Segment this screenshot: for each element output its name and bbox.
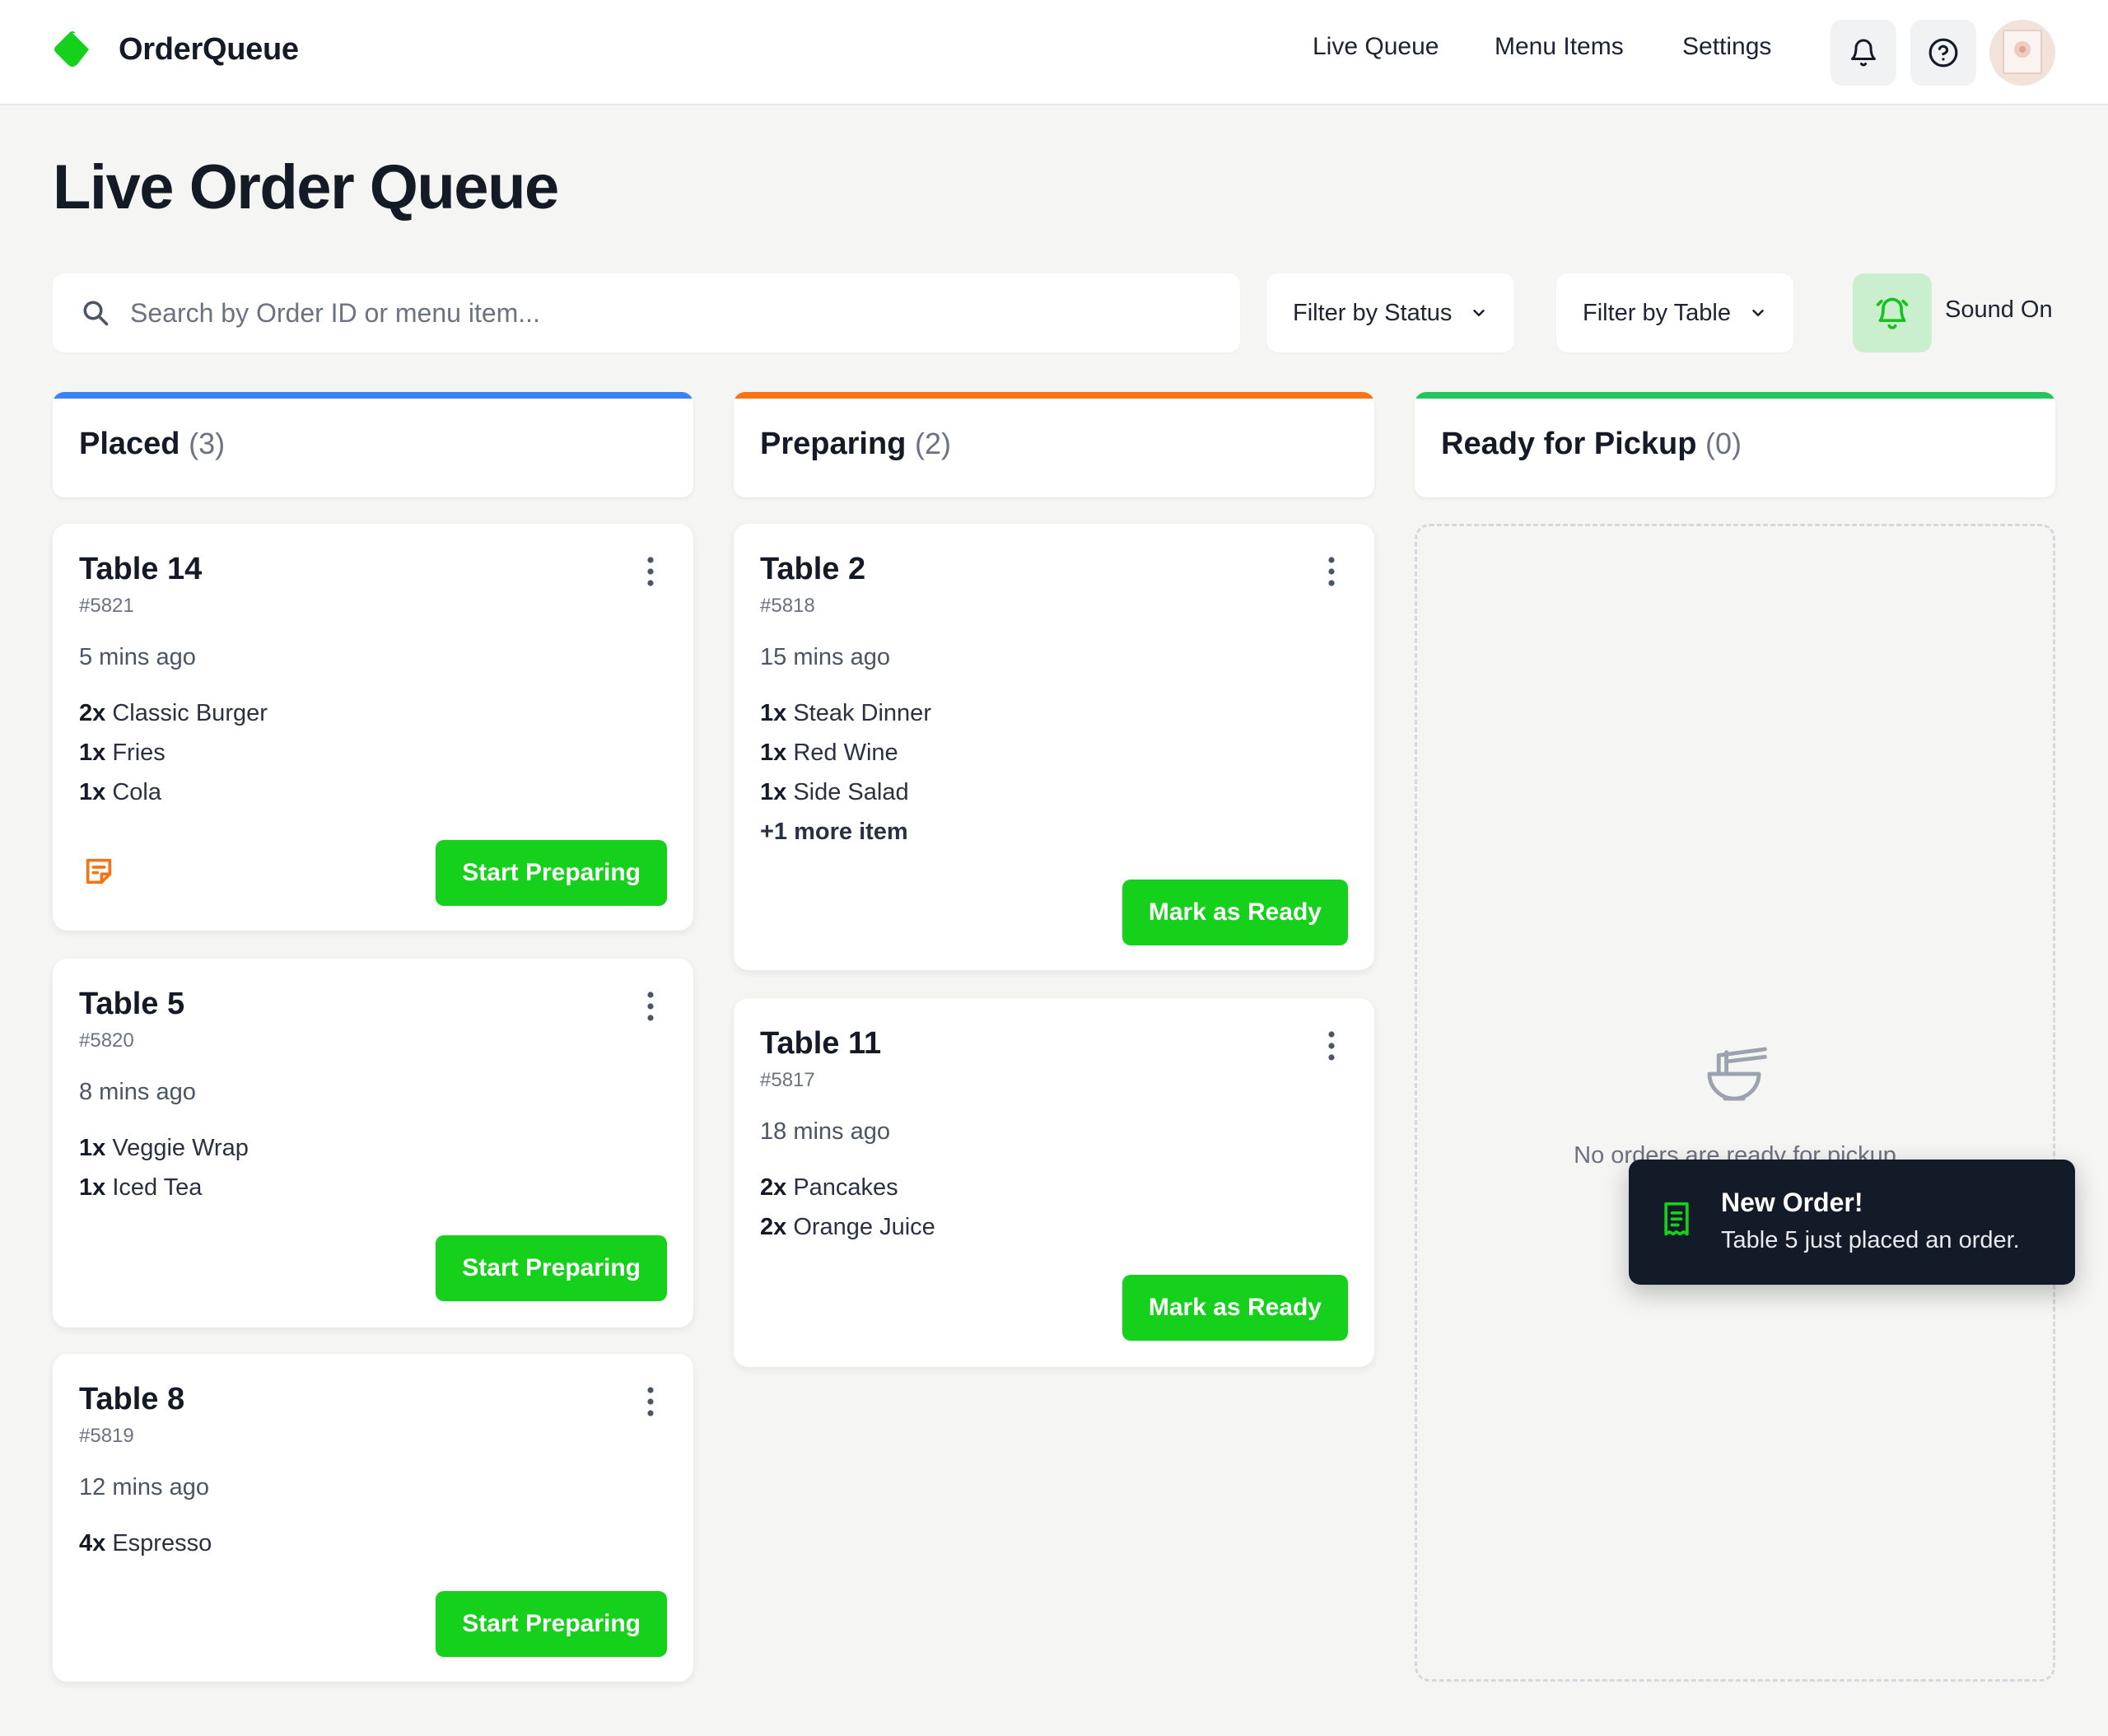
nav-live-queue[interactable]: Live Queue (1313, 33, 1439, 61)
nav-menu-items[interactable]: Menu Items (1495, 33, 1624, 61)
order-card[interactable]: Table 2 #5818 15 mins ago 1x Steak Dinne… (734, 524, 1374, 970)
search-input[interactable] (130, 288, 1217, 338)
order-item: 1x Cola (79, 779, 161, 805)
order-table: Table 2 (760, 552, 866, 586)
brand[interactable]: OrderQueue (53, 30, 299, 69)
user-avatar[interactable] (1989, 20, 2055, 86)
order-note-icon[interactable] (82, 855, 115, 888)
filter-status-label: Filter by Status (1293, 299, 1453, 326)
filter-by-table-dropdown[interactable]: Filter by Table (1556, 273, 1793, 352)
logo-icon (54, 31, 89, 67)
top-navigation-bar: OrderQueue Live Queue Menu Items Setting… (0, 0, 2108, 105)
filter-table-label: Filter by Table (1583, 299, 1731, 326)
search-box[interactable] (53, 273, 1240, 352)
start-preparing-button[interactable]: Start Preparing (436, 1591, 667, 1657)
column-title: Preparing (2) (760, 427, 951, 461)
order-time: 8 mins ago (79, 1079, 196, 1105)
order-items: 4x Espresso (79, 1527, 212, 1566)
chevron-down-icon (1752, 310, 1764, 316)
start-preparing-button[interactable]: Start Preparing (436, 840, 667, 906)
order-card[interactable]: Table 11 #5817 18 mins ago 2x Pancakes 2… (734, 998, 1374, 1367)
bell-icon (1851, 39, 1876, 67)
order-item: 1x Veggie Wrap (79, 1135, 249, 1161)
order-item: 1x Steak Dinner (760, 700, 931, 726)
column-accent-bar (1415, 392, 2055, 399)
order-id: #5820 (79, 1029, 134, 1052)
column-accent-bar (734, 392, 1374, 399)
order-item: 4x Espresso (79, 1530, 212, 1556)
column-count: (3) (189, 427, 226, 460)
help-icon (1928, 38, 1958, 68)
more-items-link[interactable]: +1 more item (760, 815, 931, 855)
bowl-icon (1707, 1047, 1767, 1101)
order-items: 2x Classic Burger 1x Fries 1x Cola (79, 697, 268, 815)
sound-toggle-button[interactable] (1853, 273, 1932, 352)
more-options-icon[interactable] (641, 555, 660, 588)
more-options-icon[interactable] (1322, 555, 1341, 588)
filter-by-status-dropdown[interactable]: Filter by Status (1266, 273, 1515, 352)
order-time: 5 mins ago (79, 644, 196, 670)
column-count: (2) (914, 427, 951, 460)
sound-status-label: Sound On (1945, 296, 2053, 323)
order-card[interactable]: Table 14 #5821 5 mins ago 2x Classic Bur… (53, 524, 693, 931)
order-card[interactable]: Table 5 #5820 8 mins ago 1x Veggie Wrap … (53, 959, 693, 1328)
help-button[interactable] (1910, 20, 1976, 86)
app-name: OrderQueue (119, 31, 299, 67)
order-time: 15 mins ago (760, 644, 890, 670)
order-id: #5818 (760, 595, 815, 617)
column-accent-bar (53, 392, 693, 399)
column-header-ready: Ready for Pickup (0) (1415, 392, 2055, 497)
column-title: Placed (3) (79, 427, 226, 461)
mark-as-ready-button[interactable]: Mark as Ready (1122, 1275, 1348, 1341)
order-item: 2x Classic Burger (79, 700, 268, 726)
order-items: 1x Steak Dinner 1x Red Wine 1x Side Sala… (760, 697, 931, 855)
column-title: Ready for Pickup (0) (1441, 427, 1742, 461)
column-count: (0) (1705, 427, 1742, 460)
start-preparing-button[interactable]: Start Preparing (436, 1235, 667, 1301)
mark-as-ready-button[interactable]: Mark as Ready (1122, 880, 1348, 945)
chevron-down-icon (1473, 310, 1485, 316)
order-table: Table 11 (760, 1026, 882, 1061)
nav-settings[interactable]: Settings (1682, 33, 1771, 61)
notifications-button[interactable] (1831, 20, 1896, 86)
order-time: 18 mins ago (760, 1118, 890, 1145)
order-item: 1x Iced Tea (79, 1174, 203, 1201)
toast-message: Table 5 just placed an order. (1721, 1227, 2020, 1253)
more-options-icon[interactable] (641, 1385, 660, 1418)
order-table: Table 8 (79, 1382, 185, 1416)
order-item: 1x Fries (79, 740, 166, 766)
search-icon (83, 301, 109, 326)
more-options-icon[interactable] (641, 990, 660, 1023)
order-id: #5821 (79, 595, 134, 617)
more-options-icon[interactable] (1322, 1029, 1341, 1062)
order-item: 1x Side Salad (760, 779, 909, 805)
order-item: 1x Red Wine (760, 740, 898, 766)
order-id: #5817 (760, 1069, 815, 1091)
receipt-icon (1664, 1202, 1689, 1236)
toast-title: New Order! (1721, 1188, 1863, 1217)
alarm-bell-icon (1876, 297, 1909, 329)
new-order-toast[interactable]: New Order! Table 5 just placed an order. (1629, 1160, 2075, 1285)
order-items: 1x Veggie Wrap 1x Iced Tea (79, 1132, 249, 1211)
order-item: 2x Pancakes (760, 1174, 898, 1201)
order-id: #5819 (79, 1425, 134, 1447)
order-time: 12 mins ago (79, 1474, 209, 1500)
order-table: Table 5 (79, 987, 185, 1021)
order-item: 2x Orange Juice (760, 1214, 935, 1240)
column-header-placed: Placed (3) (53, 392, 693, 497)
avatar-image (1992, 22, 2053, 83)
order-card[interactable]: Table 8 #5819 12 mins ago 4x Espresso St… (53, 1354, 693, 1682)
order-table: Table 14 (79, 552, 203, 586)
ready-empty-state: No orders are ready for pickup (1415, 524, 2055, 1682)
order-items: 2x Pancakes 2x Orange Juice (760, 1171, 935, 1250)
page-title: Live Order Queue (53, 152, 559, 222)
column-header-preparing: Preparing (2) (734, 392, 1374, 497)
